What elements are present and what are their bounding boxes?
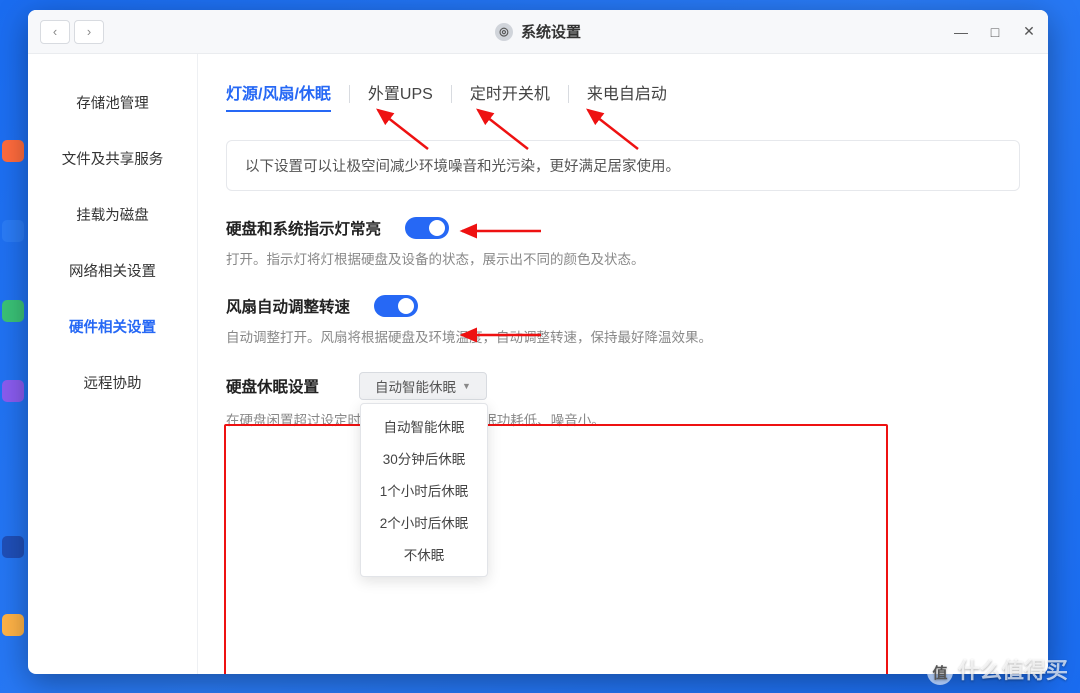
setting-fan: 风扇自动调整转速 自动调整打开。风扇将根据硬盘及环境温度，自动调整转速，保持最好… [226, 295, 1020, 349]
tabs: 灯源/风扇/休眠 外置UPS 定时开关机 来电自启动 [226, 78, 1020, 110]
dock-icon [2, 140, 24, 162]
window-title: 系统设置 [521, 21, 581, 42]
tab-power-restore[interactable]: 来电自启动 [587, 78, 667, 110]
sidebar-item-storage-pool[interactable]: 存储池管理 [28, 74, 197, 130]
sidebar-item-network[interactable]: 网络相关设置 [28, 242, 197, 298]
sleep-desc-post: 休眠功耗低、噪音小。 [470, 413, 605, 428]
setting-fan-title: 风扇自动调整转速 [226, 295, 350, 317]
tab-separator [451, 85, 452, 103]
sleep-option-30m[interactable]: 30分钟后休眠 [361, 442, 487, 474]
setting-sleep-title: 硬盘休眠设置 [226, 375, 319, 397]
maximize-button[interactable]: □ [986, 23, 1004, 41]
settings-window: ‹ › ◎ 系统设置 — □ ✕ 存储池管理 文件及共享服务 挂载为磁盘 网络相… [28, 10, 1048, 674]
gear-icon: ◎ [495, 23, 513, 41]
toggle-fan[interactable] [374, 295, 418, 317]
info-box: 以下设置可以让极空间减少环境噪音和光污染，更好满足居家使用。 [226, 140, 1020, 191]
setting-fan-desc: 自动调整打开。风扇将根据硬盘及环境温度，自动调整转速，保持最好降温效果。 [226, 327, 1020, 349]
sidebar: 存储池管理 文件及共享服务 挂载为磁盘 网络相关设置 硬件相关设置 远程协助 [28, 54, 198, 674]
setting-led-desc: 打开。指示灯将灯根据硬盘及设备的状态，展示出不同的颜色及状态。 [226, 249, 1020, 271]
sleep-option-1h[interactable]: 1个小时后休眠 [361, 474, 487, 506]
chevron-down-icon: ▼ [462, 381, 471, 391]
sleep-option-2h[interactable]: 2个小时后休眠 [361, 506, 487, 538]
minimize-button[interactable]: — [952, 23, 970, 41]
setting-led-title: 硬盘和系统指示灯常亮 [226, 217, 381, 239]
watermark-text: 什么值得买 [958, 658, 1068, 683]
dock-icon [2, 536, 24, 558]
setting-sleep-desc: 在硬盘闲置超过设定时 休眠功耗低、噪音小。 [226, 410, 1020, 432]
sidebar-item-mount-disk[interactable]: 挂载为磁盘 [28, 186, 197, 242]
tab-light-fan-sleep[interactable]: 灯源/风扇/休眠 [226, 78, 331, 110]
sleep-desc-pre: 在硬盘闲置超过设定时 [226, 413, 361, 428]
watermark: 值什么值得买 [927, 653, 1068, 685]
tab-separator [568, 85, 569, 103]
dock-icon [2, 220, 24, 242]
titlebar: ‹ › ◎ 系统设置 — □ ✕ [28, 10, 1048, 54]
watermark-icon: 值 [927, 659, 953, 685]
nav-forward-button[interactable]: › [74, 20, 104, 44]
tab-scheduled-power[interactable]: 定时开关机 [470, 78, 550, 110]
dock-icon [2, 380, 24, 402]
sleep-mode-selected: 自动智能休眠 [375, 376, 456, 396]
sidebar-item-remote-assist[interactable]: 远程协助 [28, 354, 197, 410]
setting-led: 硬盘和系统指示灯常亮 打开。指示灯将灯根据硬盘及设备的状态，展示出不同的颜色及状… [226, 217, 1020, 271]
dock-icon [2, 300, 24, 322]
nav-back-button[interactable]: ‹ [40, 20, 70, 44]
dock-icon [2, 614, 24, 636]
close-button[interactable]: ✕ [1020, 23, 1038, 41]
tab-external-ups[interactable]: 外置UPS [368, 78, 433, 110]
sleep-option-never[interactable]: 不休眠 [361, 538, 487, 570]
main-panel: 灯源/风扇/休眠 外置UPS 定时开关机 来电自启动 以下设置可以让极空间减少环… [198, 54, 1048, 674]
tab-separator [349, 85, 350, 103]
setting-disk-sleep: 硬盘休眠设置 自动智能休眠 ▼ 自动智能休眠 30分钟后休眠 1个小时后休眠 2… [226, 372, 1020, 432]
sidebar-item-hardware[interactable]: 硬件相关设置 [28, 298, 197, 354]
sleep-option-auto[interactable]: 自动智能休眠 [361, 410, 487, 442]
annotation-red-box [224, 424, 888, 674]
sleep-mode-dropdown: 自动智能休眠 30分钟后休眠 1个小时后休眠 2个小时后休眠 不休眠 [360, 403, 488, 577]
sleep-mode-select[interactable]: 自动智能休眠 ▼ 自动智能休眠 30分钟后休眠 1个小时后休眠 2个小时后休眠 … [359, 372, 487, 400]
toggle-led[interactable] [405, 217, 449, 239]
sidebar-item-file-share[interactable]: 文件及共享服务 [28, 130, 197, 186]
